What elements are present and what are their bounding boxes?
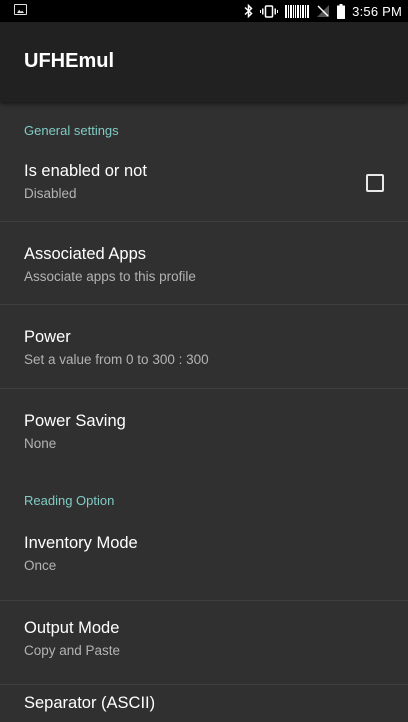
enabled-checkbox[interactable] [366,174,384,192]
app-title: UFHEmul [24,50,114,72]
pref-power[interactable]: Power Set a value from 0 to 300 : 300 [0,305,408,388]
barcode-icon [285,4,310,18]
pref-output-mode-title: Output Mode [24,619,120,637]
pref-inventory-mode-title: Inventory Mode [24,534,138,552]
pref-inventory-mode-summary: Once [24,558,57,573]
pref-associated-apps-title: Associated Apps [24,245,146,263]
pref-inventory-mode[interactable]: Inventory Mode Once [0,516,408,600]
status-bar: 3:56 PM [0,0,408,22]
vibrate-icon [260,4,279,18]
gallery-icon [14,4,27,15]
pref-power-saving-summary: None [24,436,57,451]
pref-separator[interactable]: Separator (ASCII) [0,685,408,722]
pref-power-saving-title: Power Saving [24,412,126,430]
pref-is-enabled[interactable]: Is enabled or not Disabled [0,146,408,207]
bluetooth-icon [244,4,253,18]
category-general-settings: General settings [24,123,119,138]
pref-separator-title: Separator (ASCII) [24,694,156,712]
pref-output-mode[interactable]: Output Mode Copy and Paste [0,601,408,684]
status-time: 3:56 PM [352,3,402,19]
pref-associated-apps[interactable]: Associated Apps Associate apps to this p… [0,222,408,291]
pref-is-enabled-title: Is enabled or not [24,162,147,180]
pref-is-enabled-summary: Disabled [24,186,77,201]
pref-output-mode-summary: Copy and Paste [24,643,121,658]
app-bar: UFHEmul [0,22,408,102]
battery-icon [337,3,346,19]
pref-power-summary: Set a value from 0 to 300 : 300 [24,352,209,367]
pref-power-saving[interactable]: Power Saving None [0,389,408,472]
pref-associated-apps-summary: Associate apps to this profile [24,269,196,284]
category-reading-option: Reading Option [24,493,115,508]
pref-power-title: Power [24,328,71,346]
no-signal-icon [317,5,330,17]
